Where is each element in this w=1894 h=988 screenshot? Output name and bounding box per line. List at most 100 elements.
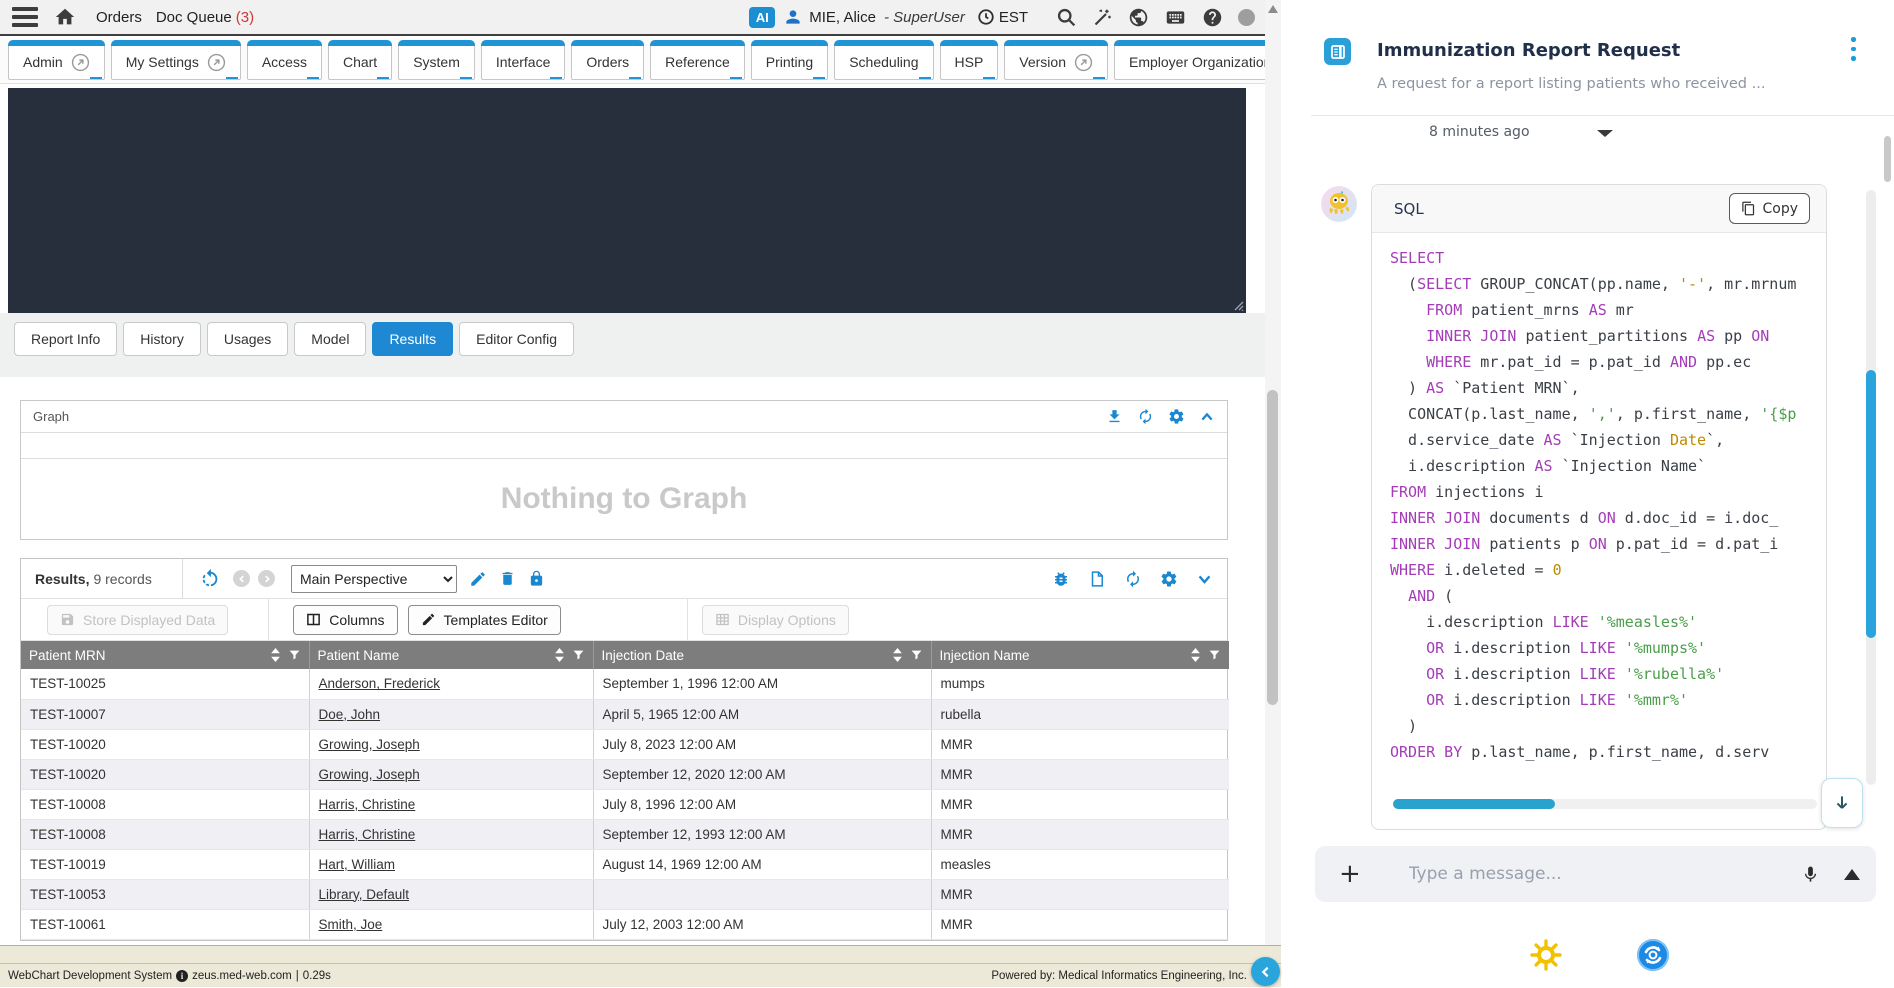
edit-perspective-icon[interactable] — [469, 570, 487, 588]
chat-scrollbar[interactable] — [1866, 190, 1876, 785]
tab-orders[interactable]: Orders — [571, 40, 644, 80]
info-icon[interactable]: i — [176, 970, 188, 982]
patient-link[interactable]: Growing, Joseph — [319, 767, 420, 782]
collapse-up-icon[interactable] — [1844, 869, 1860, 880]
home-icon[interactable] — [54, 6, 76, 28]
sort-icon[interactable] — [892, 648, 903, 662]
gear-icon[interactable] — [1168, 408, 1185, 425]
chat-menu-icon[interactable] — [1851, 37, 1856, 61]
delete-perspective-icon[interactable] — [499, 570, 516, 587]
collapse-chat-button[interactable] — [1251, 957, 1280, 986]
tab-employer-organizations[interactable]: Employer Organizations — [1114, 40, 1265, 80]
tab-my-settings[interactable]: My Settings — [111, 40, 241, 80]
keyboard-icon[interactable] — [1164, 7, 1187, 28]
sort-icon[interactable] — [554, 648, 565, 662]
code-hscroll-thumb[interactable] — [1393, 799, 1555, 809]
tab-chart[interactable]: Chart — [328, 40, 392, 80]
filter-icon[interactable] — [288, 648, 301, 662]
help-icon[interactable] — [1202, 7, 1223, 28]
user-name[interactable]: MIE, Alice — [809, 9, 876, 26]
tab-scheduling[interactable]: Scheduling — [834, 40, 933, 80]
tab-history[interactable]: History — [123, 322, 201, 356]
refresh-results-icon[interactable] — [1124, 570, 1142, 588]
column-header-patient-name[interactable]: Patient Name — [309, 641, 593, 669]
tab-results[interactable]: Results — [372, 322, 453, 356]
user-role: - SuperUser — [884, 9, 965, 26]
copy-button[interactable]: Copy — [1729, 193, 1810, 224]
tab-interface[interactable]: Interface — [481, 40, 565, 80]
magic-wand-icon[interactable] — [1092, 7, 1113, 28]
column-header-patient-mrn[interactable]: Patient MRN — [21, 641, 309, 669]
breadcrumb-orders[interactable]: Orders — [96, 9, 142, 26]
download-icon[interactable] — [1106, 408, 1123, 425]
tab-version[interactable]: Version — [1004, 40, 1108, 80]
tab-hsp[interactable]: HSP — [940, 40, 999, 80]
tab-admin[interactable]: Admin — [8, 40, 105, 80]
templates-editor-button[interactable]: Templates Editor — [408, 605, 561, 635]
search-icon[interactable] — [1056, 7, 1077, 28]
patient-link[interactable]: Harris, Christine — [319, 827, 416, 842]
refresh-icon[interactable] — [1137, 408, 1154, 425]
patient-link[interactable]: Growing, Joseph — [319, 737, 420, 752]
cell-injection-date: July 12, 2003 12:00 AM — [593, 909, 931, 939]
timestamp-chevron-icon[interactable] — [1597, 130, 1613, 137]
cell-patient-name: Harris, Christine — [309, 819, 593, 849]
undo-icon[interactable] — [199, 568, 221, 590]
filter-icon[interactable] — [572, 648, 585, 662]
next-page-icon[interactable] — [258, 570, 275, 587]
tab-report-info[interactable]: Report Info — [14, 322, 117, 356]
patient-link[interactable]: Harris, Christine — [319, 797, 416, 812]
cell-patient-name: Smith, Joe — [309, 909, 593, 939]
patient-link[interactable]: Library, Default — [319, 887, 410, 902]
expand-chevron-icon[interactable] — [1196, 570, 1213, 587]
patient-link[interactable]: Doe, John — [319, 707, 381, 722]
column-header-injection-name[interactable]: Injection Name — [931, 641, 1229, 669]
webchart-window: Orders Doc Queue(3) AI MIE, Alice - Supe… — [0, 0, 1281, 987]
tab-usages[interactable]: Usages — [207, 322, 288, 356]
display-options-button[interactable]: Display Options — [702, 605, 849, 635]
scrollbar-thumb[interactable] — [1267, 390, 1278, 705]
patient-link[interactable]: Hart, William — [319, 857, 396, 872]
chat-scrollbar-thumb[interactable] — [1866, 370, 1876, 638]
prev-page-icon[interactable] — [233, 570, 250, 587]
globe-icon[interactable] — [1128, 7, 1149, 28]
ai-button[interactable]: AI — [749, 7, 775, 28]
tab-printing[interactable]: Printing — [751, 40, 828, 80]
menu-icon[interactable] — [12, 7, 38, 27]
window-scrollbar-thumb[interactable] — [1884, 136, 1891, 182]
cell-injection-name: MMR — [931, 819, 1229, 849]
collapse-chevron-icon[interactable] — [1199, 409, 1215, 425]
resize-handle-icon[interactable] — [1233, 300, 1244, 311]
tab-reference[interactable]: Reference — [650, 40, 745, 80]
results-count: 9 records — [93, 571, 151, 587]
store-displayed-data-button[interactable]: Store Displayed Data — [47, 605, 228, 635]
external-link-icon — [71, 53, 90, 72]
code-horizontal-scrollbar[interactable] — [1393, 799, 1817, 809]
perspective-select[interactable]: Main Perspective — [291, 565, 457, 593]
column-header-injection-date[interactable]: Injection Date — [593, 641, 931, 669]
patient-link[interactable]: Smith, Joe — [319, 917, 383, 932]
main-scrollbar[interactable] — [1265, 0, 1281, 945]
sort-icon[interactable] — [1190, 648, 1201, 662]
patient-link[interactable]: Anderson, Frederick — [319, 676, 441, 691]
filter-icon[interactable] — [910, 648, 923, 662]
lock-icon[interactable] — [528, 570, 545, 587]
message-input[interactable] — [1409, 864, 1801, 884]
tab-system[interactable]: System — [398, 40, 475, 80]
tab-editor-config[interactable]: Editor Config — [459, 322, 574, 356]
breadcrumb-doc-queue[interactable]: Doc Queue(3) — [156, 9, 254, 26]
sort-icon[interactable] — [270, 648, 281, 662]
columns-button[interactable]: Columns — [293, 605, 397, 635]
debug-icon[interactable] — [1052, 570, 1070, 588]
attach-plus-icon[interactable]: + — [1339, 861, 1361, 887]
divider — [687, 599, 688, 641]
report-tabs: Report InfoHistoryUsagesModelResultsEdit… — [14, 322, 574, 356]
results-gear-icon[interactable] — [1160, 570, 1178, 588]
filter-icon[interactable] — [1208, 648, 1221, 662]
microphone-icon[interactable] — [1801, 865, 1820, 884]
tab-model[interactable]: Model — [294, 322, 366, 356]
tab-access[interactable]: Access — [247, 40, 322, 80]
export-file-icon[interactable] — [1088, 570, 1106, 588]
scroll-up-arrow-icon[interactable] — [1268, 5, 1278, 13]
scroll-to-bottom-button[interactable] — [1821, 778, 1863, 828]
